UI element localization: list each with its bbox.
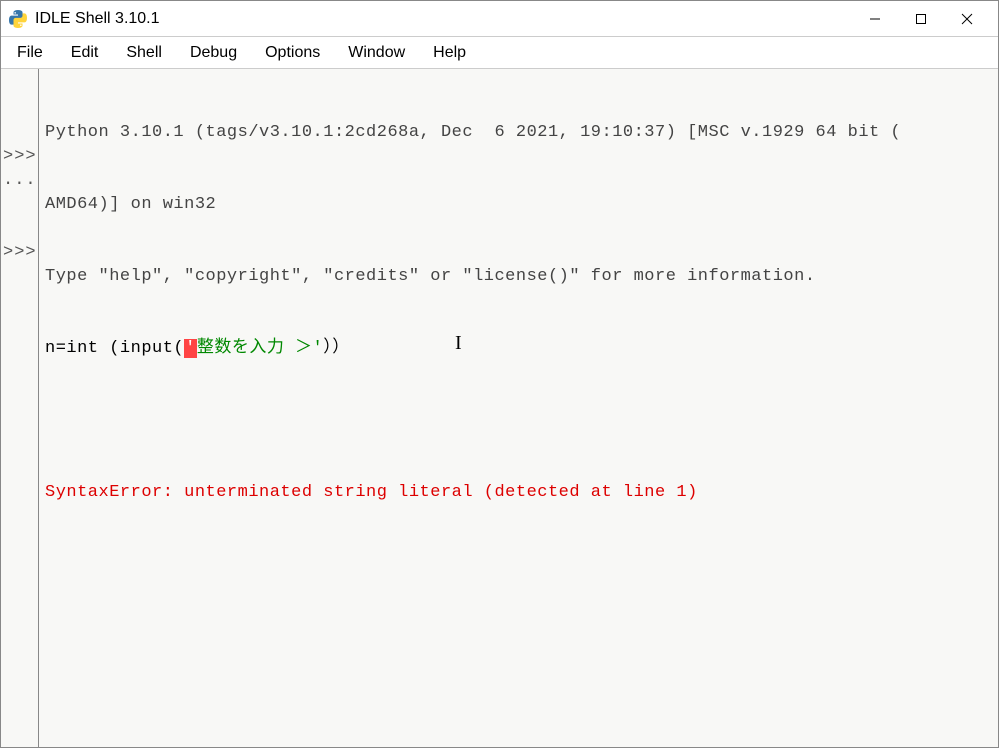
banner-line: Type "help", "copyright", "credits" or "… [45, 265, 992, 289]
minimize-button[interactable] [852, 1, 898, 37]
menu-file[interactable]: File [3, 40, 57, 66]
gutter-prompt: >>> [1, 241, 38, 265]
code-prefix: n=int (input( [45, 339, 184, 358]
banner-line: AMD64)] on win32 [45, 193, 992, 217]
error-highlight: ' [184, 339, 197, 358]
menu-help[interactable]: Help [419, 40, 480, 66]
shell-text-area[interactable]: Python 3.10.1 (tags/v3.10.1:2cd268a, Dec… [39, 69, 998, 747]
code-suffix: ）） [323, 339, 350, 358]
banner-line: Python 3.10.1 (tags/v3.10.1:2cd268a, Dec… [45, 121, 992, 145]
maximize-button[interactable] [898, 1, 944, 37]
gutter-dots: ... [1, 169, 38, 193]
idle-shell-window: IDLE Shell 3.10.1 File Edit Shell Debug … [0, 0, 999, 748]
prompt-gutter: >>> ... >>> [1, 69, 39, 747]
editor-area: >>> ... >>> Python 3.10.1 (tags/v3.10.1:… [1, 69, 998, 747]
code-string: 整数を入力 ＞' [197, 339, 323, 358]
code-line: n=int (input('整数を入力 ＞'）） [45, 337, 992, 361]
blank-line [45, 553, 992, 577]
menu-window[interactable]: Window [334, 40, 419, 66]
menu-debug[interactable]: Debug [176, 40, 251, 66]
blank-line [45, 409, 992, 433]
current-input-line[interactable] [45, 625, 992, 649]
python-icon [9, 10, 27, 28]
gutter-prompt: >>> [1, 145, 38, 169]
window-title: IDLE Shell 3.10.1 [35, 10, 852, 28]
close-button[interactable] [944, 1, 990, 37]
titlebar: IDLE Shell 3.10.1 [1, 1, 998, 37]
menu-options[interactable]: Options [251, 40, 334, 66]
error-line: SyntaxError: unterminated string literal… [45, 481, 992, 505]
menu-edit[interactable]: Edit [57, 40, 113, 66]
window-controls [852, 1, 990, 37]
menubar: File Edit Shell Debug Options Window Hel… [1, 37, 998, 69]
menu-shell[interactable]: Shell [112, 40, 176, 66]
